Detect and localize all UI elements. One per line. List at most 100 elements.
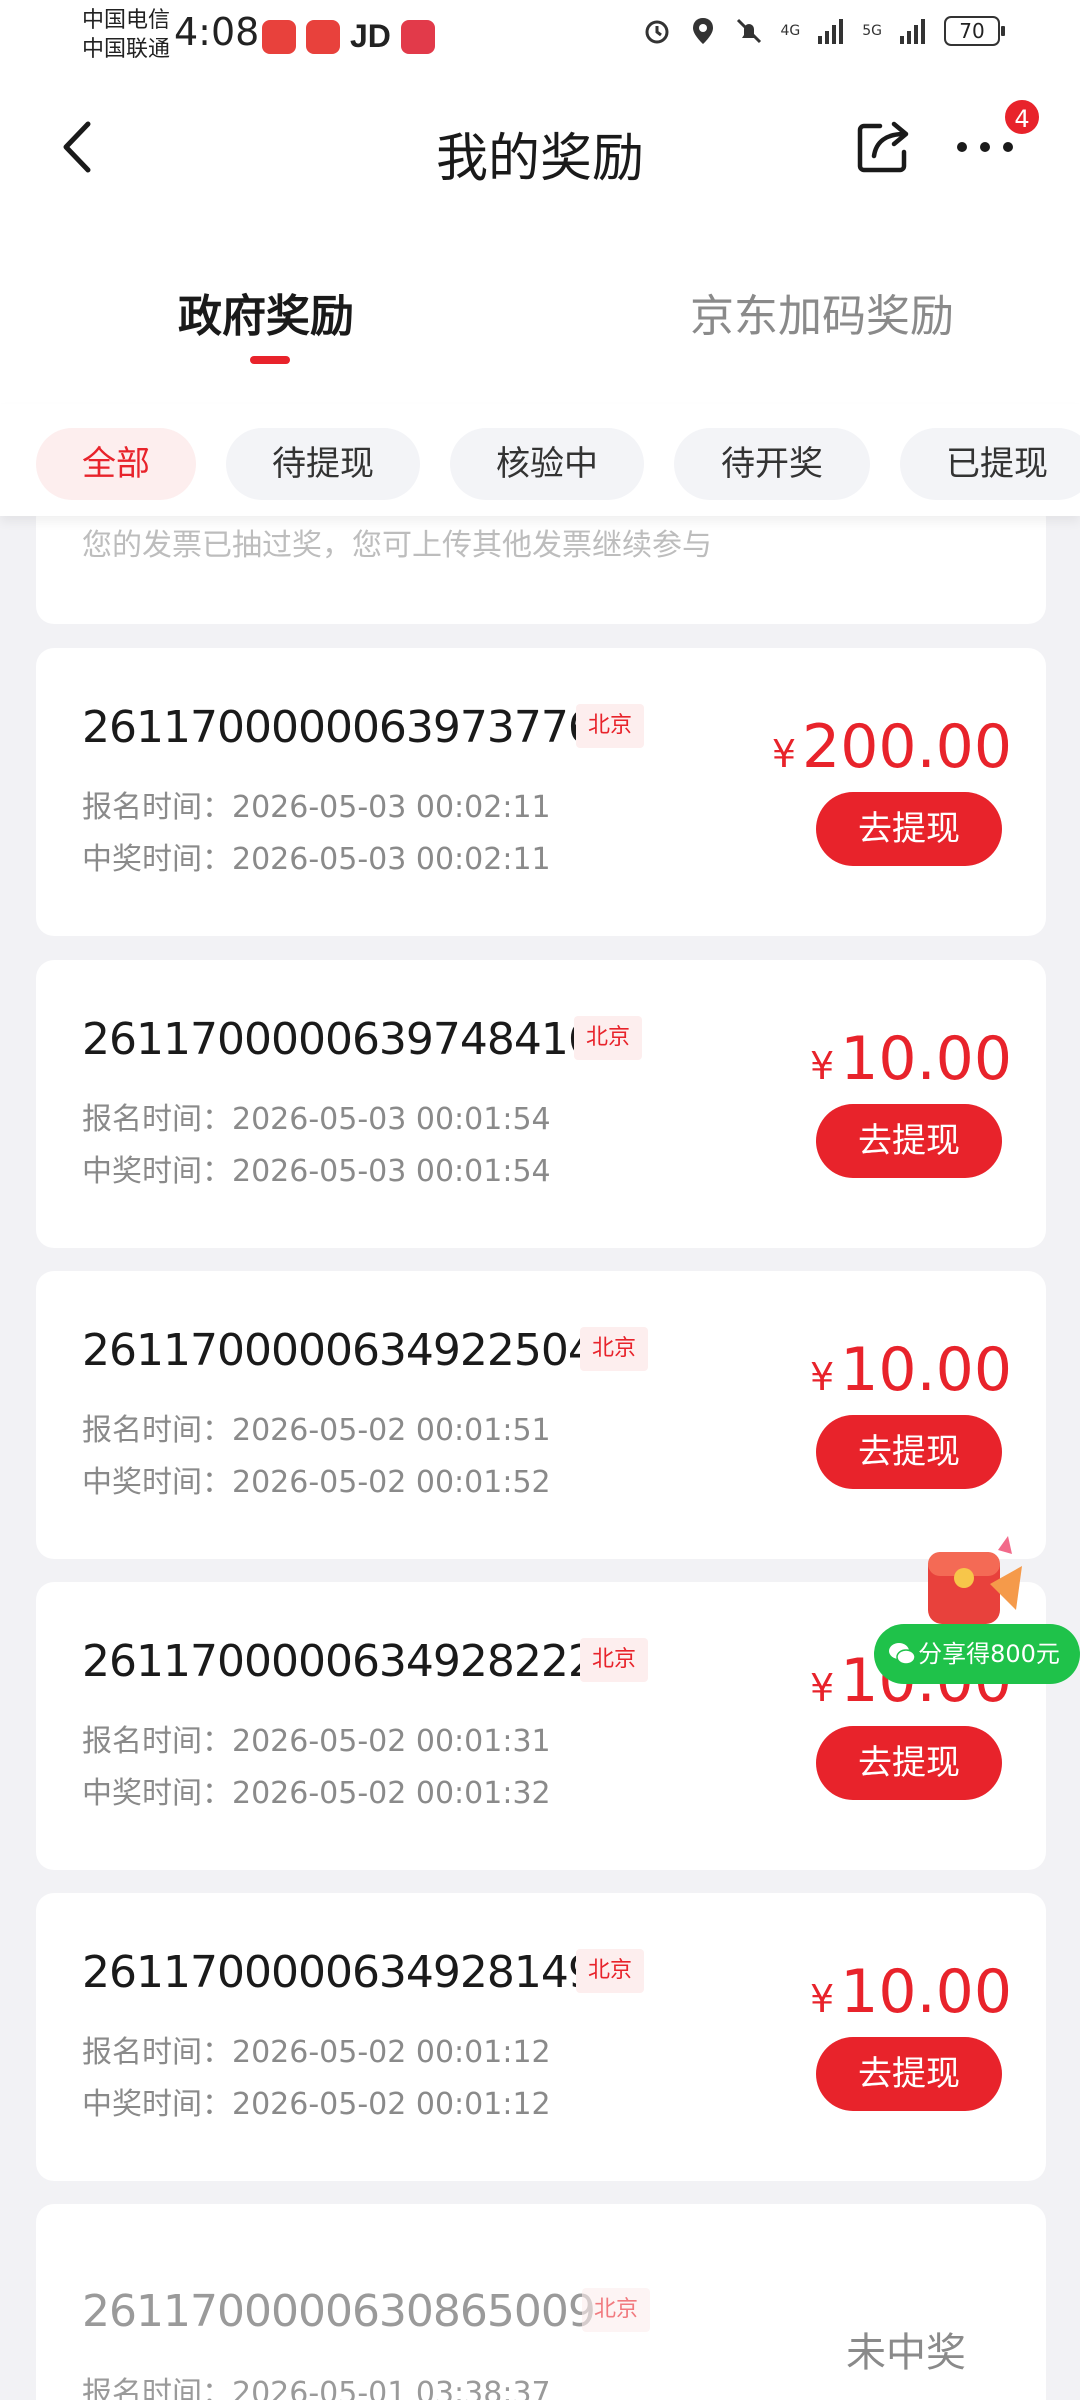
signal-icon-2 bbox=[900, 19, 925, 44]
location-icon bbox=[693, 18, 714, 44]
reward-amount: ¥10.00 bbox=[810, 1957, 1012, 2027]
network-5g: 5G bbox=[862, 23, 882, 39]
withdraw-button[interactable]: 去提现 bbox=[816, 2037, 1002, 2111]
win-time: 中奖时间：2026-05-02 00:01:32 bbox=[82, 1768, 551, 1812]
invoice-number: 261170000063086500­9 bbox=[82, 2286, 596, 2337]
jd-mascot-icon bbox=[400, 19, 435, 54]
status-filter-bar: 全部 待提现 核验中 待开奖 已提现 bbox=[0, 404, 1080, 516]
signup-label: 报名时间： bbox=[82, 1102, 232, 1137]
signup-label: 报名时间： bbox=[82, 2035, 232, 2070]
region-tag: 北京 bbox=[574, 1016, 643, 1060]
invoice-number: 261170000063492250­4 bbox=[82, 1325, 596, 1376]
region-tag: 北京 bbox=[580, 1327, 649, 1371]
carrier-1: 中国电信 bbox=[82, 8, 171, 33]
jd-icon: JD bbox=[350, 18, 391, 54]
win-value: 2026-05-02 00:01:52 bbox=[232, 1465, 551, 1500]
signup-label: 报名时间： bbox=[82, 1724, 232, 1759]
invoice-number: 261170000063974841­6 bbox=[82, 1014, 596, 1065]
reward-tabs: 政府奖励 京东加码奖励 bbox=[0, 224, 1080, 404]
amount-value: 10.00 bbox=[840, 1024, 1012, 1094]
mute-icon bbox=[737, 18, 762, 44]
win-value: 2026-05-03 00:01:54 bbox=[232, 1154, 551, 1189]
huawei-app-icon-2 bbox=[306, 19, 340, 54]
signup-label: 报名时间： bbox=[82, 2376, 232, 2400]
signup-value: 2026-05-03 00:02:11 bbox=[232, 790, 551, 825]
win-label: 中奖时间： bbox=[82, 842, 232, 877]
signup-time: 报名时间：2026-05-02 00:01:51 bbox=[82, 1405, 551, 1449]
withdraw-button[interactable]: 去提现 bbox=[816, 792, 1002, 866]
system-status-icons: 4G 5G 70 bbox=[642, 16, 1005, 46]
win-value: 2026-05-02 00:01:32 bbox=[232, 1776, 551, 1811]
signup-time: 报名时间：2026-05-02 00:01:31 bbox=[82, 1716, 551, 1760]
signup-value: 2026-05-02 00:01:51 bbox=[232, 1413, 551, 1448]
signal-icon bbox=[818, 19, 844, 44]
reward-card: 2611700000063973776­4 北京 报名时间：2026-05-03… bbox=[36, 648, 1046, 936]
signup-label: 报名时间： bbox=[82, 790, 232, 825]
tab-government-reward[interactable]: 政府奖励 bbox=[178, 280, 354, 344]
withdraw-button[interactable]: 去提现 bbox=[816, 1104, 1002, 1178]
win-label: 中奖时间： bbox=[82, 1776, 232, 1811]
win-time: 中奖时间：2026-05-03 00:01:54 bbox=[82, 1146, 551, 1190]
active-tab-indicator bbox=[250, 356, 290, 364]
reward-amount: ¥200.00 bbox=[772, 712, 1012, 782]
notification-icons: JD bbox=[262, 18, 435, 55]
filter-all[interactable]: 全部 bbox=[36, 428, 196, 500]
reward-amount: ¥10.00 bbox=[810, 1335, 1012, 1405]
filter-withdrawn[interactable]: 已提现 bbox=[900, 428, 1080, 500]
carrier-2: 中国联通 bbox=[82, 37, 171, 62]
notification-badge: 4 bbox=[1003, 98, 1041, 136]
nav-bar: 我的奖励 4 bbox=[0, 72, 1080, 224]
region-tag: 北京 bbox=[576, 704, 645, 748]
huawei-app-icon bbox=[262, 19, 296, 54]
wechat-icon bbox=[889, 1643, 916, 1665]
invoice-number: 261170000063492814­9 bbox=[82, 1947, 596, 1998]
win-value: 2026-05-02 00:01:12 bbox=[232, 2087, 551, 2122]
filter-pending-withdraw[interactable]: 待提现 bbox=[226, 428, 420, 500]
signup-value: 2026-05-02 00:01:31 bbox=[232, 1724, 551, 1759]
signup-value: 2026-05-02 00:01:12 bbox=[232, 2035, 551, 2070]
region-tag: 北京 bbox=[582, 2288, 651, 2332]
win-value: 2026-05-03 00:02:11 bbox=[232, 842, 551, 877]
battery-icon: 70 bbox=[944, 16, 1005, 46]
status-bar: 中国电信 中国联通 4:08 JD 4G 5G 70 bbox=[0, 0, 1080, 72]
signup-time: 报名时间：2026-05-02 00:01:12 bbox=[82, 2027, 551, 2071]
signup-value: 2026-05-01 03:38:37 bbox=[232, 2376, 551, 2400]
win-label: 中奖时间： bbox=[82, 1465, 232, 1500]
invoice-number: 261170000063492822­2 bbox=[82, 1636, 596, 1687]
win-time: 中奖时间：2026-05-02 00:01:52 bbox=[82, 1457, 551, 1501]
withdraw-button[interactable]: 去提现 bbox=[816, 1726, 1002, 1800]
amount-value: 10.00 bbox=[840, 1957, 1012, 2027]
network-4g: 4G bbox=[780, 23, 801, 39]
share-earn-button[interactable]: 分享得800元 bbox=[874, 1624, 1080, 1684]
reward-card-not-won: 261170000063086500­9 北京 报名时间：2026-05-01 … bbox=[36, 2204, 1046, 2400]
page-title: 我的奖励 bbox=[435, 129, 644, 189]
signup-time: 报名时间：2026-05-03 00:02:11 bbox=[82, 782, 551, 826]
currency-symbol: ¥ bbox=[810, 1977, 835, 2021]
reward-card: 261170000063492814­9 北京 报名时间：2026-05-02 … bbox=[36, 1893, 1046, 2181]
share-reward-float[interactable]: 分享得800元 bbox=[874, 1530, 1080, 1684]
already-drawn-note: 您的发票已抽过奖，您可上传其他发票继续参与 bbox=[82, 528, 712, 563]
reward-card: 261170000063974841­6 北京 报名时间：2026-05-03 … bbox=[36, 960, 1046, 1248]
share-icon[interactable] bbox=[850, 114, 916, 180]
share-earn-label: 分享得800元 bbox=[918, 1640, 1060, 1668]
invoice-number: 2611700000063973776­4 bbox=[82, 702, 623, 753]
currency-symbol: ¥ bbox=[810, 1044, 835, 1088]
win-time: 中奖时间：2026-05-02 00:01:12 bbox=[82, 2079, 551, 2123]
filter-pending-draw[interactable]: 待开奖 bbox=[674, 428, 870, 500]
signup-label: 报名时间： bbox=[82, 1413, 232, 1448]
filter-verifying[interactable]: 核验中 bbox=[450, 428, 644, 500]
amount-value: 200.00 bbox=[802, 712, 1012, 782]
currency-symbol: ¥ bbox=[810, 1355, 835, 1399]
reward-card: 261170000063492250­4 北京 报名时间：2026-05-02 … bbox=[36, 1271, 1046, 1559]
win-label: 中奖时间： bbox=[82, 2087, 232, 2122]
not-won-status: 未中奖 bbox=[846, 2330, 966, 2376]
tab-jd-bonus-reward[interactable]: 京东加码奖励 bbox=[690, 280, 954, 344]
region-tag: 北京 bbox=[576, 1949, 645, 1993]
amount-value: 10.00 bbox=[840, 1335, 1012, 1405]
signup-value: 2026-05-03 00:01:54 bbox=[232, 1102, 551, 1137]
signup-time: 报名时间：2026-05-03 00:01:54 bbox=[82, 1094, 551, 1138]
alarm-icon bbox=[645, 20, 669, 44]
withdraw-button[interactable]: 去提现 bbox=[816, 1415, 1002, 1489]
win-time: 中奖时间：2026-05-03 00:02:11 bbox=[82, 834, 551, 878]
reward-amount: ¥10.00 bbox=[810, 1024, 1012, 1094]
